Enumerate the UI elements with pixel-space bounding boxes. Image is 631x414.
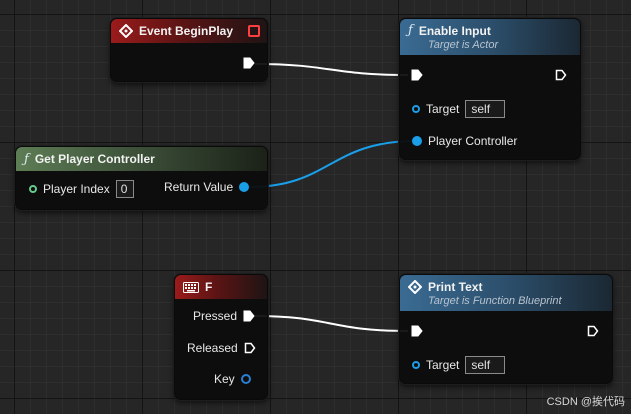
target-pin[interactable]: Target self [412, 100, 506, 118]
pin-label: Player Index [43, 182, 110, 196]
exec-out-pin[interactable] [555, 69, 567, 81]
function-icon: ƒ [24, 151, 29, 167]
pin-label: Player Controller [428, 134, 518, 148]
exec-in-pin[interactable] [411, 69, 423, 81]
pressed-pin[interactable]: Pressed [193, 309, 255, 323]
node-header: ƒ Get Player Controller [16, 147, 267, 171]
event-diamond-icon [119, 24, 133, 38]
event-beginplay-node[interactable]: Event BeginPlay [110, 18, 268, 82]
pin-label: Target [426, 102, 460, 116]
node-title: Event BeginPlay [139, 24, 234, 38]
exec-out-pin[interactable] [243, 57, 255, 69]
node-header: ƒ Enable Input Target is Actor [400, 19, 580, 55]
integer-pin-icon [29, 185, 37, 193]
function-icon: ƒ [408, 23, 413, 38]
object-pin-icon [239, 182, 250, 192]
exec-in-pin[interactable] [411, 325, 423, 337]
target-pin[interactable]: Target self [412, 356, 506, 374]
node-header: F [175, 275, 267, 299]
target-value-field[interactable]: self [465, 356, 506, 374]
object-pin-icon [412, 105, 420, 113]
stop-icon [248, 25, 260, 37]
node-title: Get Player Controller [34, 152, 155, 166]
node-header: Event BeginPlay [111, 19, 267, 43]
exec-pin-hollow-icon [244, 342, 256, 354]
player-index-field[interactable]: 0 [115, 180, 134, 198]
node-subtitle: Target is Function Blueprint [428, 294, 562, 307]
released-pin[interactable]: Released [187, 341, 256, 355]
exec-wire-beginplay-to-enableinput [254, 63, 409, 76]
exec-wire-pressed-to-printtext [254, 315, 409, 332]
node-header: Print Text Target is Function Blueprint [400, 275, 612, 311]
pin-label: Target [426, 358, 460, 372]
exec-pin-filled-icon [243, 310, 255, 322]
pin-label: Return Value [164, 180, 234, 194]
node-title: Print Text [428, 279, 483, 294]
pin-label: Pressed [193, 309, 238, 323]
node-subtitle: Target is Actor [428, 39, 499, 51]
exec-pin-filled-icon [243, 57, 255, 69]
key-pin[interactable]: Key [214, 372, 251, 386]
object-pin-icon [412, 361, 420, 369]
object-pin-icon [412, 136, 422, 146]
exec-pin-hollow-icon [555, 69, 567, 81]
exec-pin-filled-icon [411, 325, 423, 337]
object-wire-controller-to-enableinput [248, 140, 417, 188]
node-title: Enable Input [418, 23, 491, 38]
target-value-field[interactable]: self [465, 100, 506, 118]
watermark: CSDN @挨代码 [546, 396, 625, 408]
pin-label: Released [187, 341, 238, 355]
player-index-pin[interactable]: Player Index 0 [29, 180, 134, 198]
exec-out-pin[interactable] [587, 325, 599, 337]
struct-pin-icon [240, 374, 251, 384]
keyboard-icon [183, 281, 199, 293]
node-title: F [205, 280, 213, 294]
get-player-controller-node[interactable]: ƒ Get Player Controller [15, 146, 268, 210]
exec-pin-filled-icon [411, 69, 423, 81]
event-diamond-icon [408, 279, 422, 294]
return-value-pin[interactable]: Return Value [164, 180, 250, 194]
exec-pin-hollow-icon [587, 325, 599, 337]
player-controller-pin[interactable]: Player Controller [412, 134, 517, 148]
pin-label: Key [214, 372, 235, 386]
